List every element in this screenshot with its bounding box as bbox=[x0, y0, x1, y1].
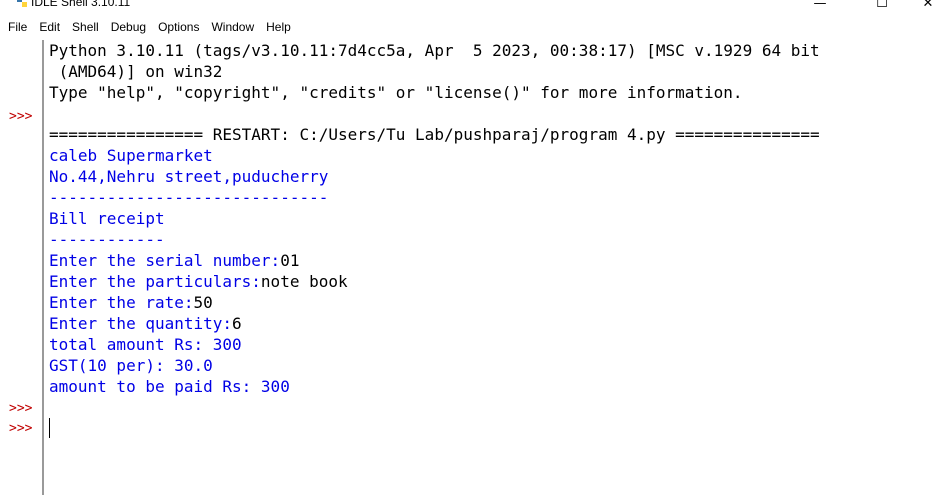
shell-text-area[interactable]: Python 3.10.11 (tags/v3.10.11:7d4cc5a, A… bbox=[49, 40, 936, 495]
minimize-button[interactable]: — bbox=[797, 0, 843, 14]
menu-help[interactable]: Help bbox=[260, 17, 297, 37]
output-separator: ----------------------------- bbox=[49, 188, 329, 207]
restart-line: ================ RESTART: C:/Users/Tu La… bbox=[49, 125, 820, 144]
menu-edit[interactable]: Edit bbox=[33, 17, 66, 37]
output-address: No.44,Nehru street,puducherry bbox=[49, 167, 329, 186]
particulars-line: Enter the particulars:note book bbox=[49, 271, 348, 292]
rate-line: Enter the rate:50 bbox=[49, 292, 213, 313]
serial-line: Enter the serial number:01 bbox=[49, 250, 299, 271]
prompt-gutter: >>> >>> >>> bbox=[4, 40, 42, 495]
user-input: note book bbox=[260, 272, 348, 291]
banner-line: (AMD64)] on win32 bbox=[49, 62, 223, 81]
menu-bar: File Edit Shell Debug Options Window Hel… bbox=[0, 14, 936, 40]
menu-debug[interactable]: Debug bbox=[105, 17, 152, 37]
output-store-name: caleb Supermarket bbox=[49, 146, 213, 165]
banner-line: Type "help", "copyright", "credits" or "… bbox=[49, 83, 743, 102]
output-total: total amount Rs: 300 bbox=[49, 335, 242, 354]
shell-prompt: >>> bbox=[9, 109, 33, 124]
text-cursor bbox=[49, 418, 50, 438]
menu-window[interactable]: Window bbox=[205, 17, 260, 37]
output-amount: amount to be paid Rs: 300 bbox=[49, 377, 290, 396]
title-bar: IDLE Shell 3.10.11 — ☐ ✕ bbox=[0, 0, 936, 14]
output-separator: ------------ bbox=[49, 230, 165, 249]
python-idle-icon bbox=[17, 0, 27, 7]
shell-prompt: >>> bbox=[9, 421, 33, 436]
maximize-icon: ☐ bbox=[876, 0, 888, 11]
output-heading: Bill receipt bbox=[49, 209, 165, 228]
menu-options[interactable]: Options bbox=[152, 17, 205, 37]
input-prompt: Enter the rate: bbox=[49, 293, 194, 312]
user-input: 50 bbox=[193, 293, 213, 312]
close-icon: ✕ bbox=[922, 0, 934, 11]
user-input: 01 bbox=[280, 251, 300, 270]
input-prompt: Enter the particulars: bbox=[49, 272, 261, 291]
user-input: 6 bbox=[232, 314, 242, 333]
close-button[interactable]: ✕ bbox=[905, 0, 936, 14]
input-prompt: Enter the serial number: bbox=[49, 251, 281, 270]
banner-line: Python 3.10.11 (tags/v3.10.11:7d4cc5a, A… bbox=[49, 41, 820, 60]
menu-shell[interactable]: Shell bbox=[66, 17, 105, 37]
window-title: IDLE Shell 3.10.11 bbox=[31, 0, 131, 9]
maximize-button[interactable]: ☐ bbox=[859, 0, 905, 14]
output-gst: GST(10 per): 30.0 bbox=[49, 356, 213, 375]
quantity-line: Enter the quantity:6 bbox=[49, 313, 242, 334]
shell-prompt: >>> bbox=[9, 401, 33, 416]
input-prompt: Enter the quantity: bbox=[49, 314, 233, 333]
menu-file[interactable]: File bbox=[0, 17, 33, 37]
minimize-icon: — bbox=[813, 0, 827, 11]
gutter-divider bbox=[42, 40, 44, 495]
